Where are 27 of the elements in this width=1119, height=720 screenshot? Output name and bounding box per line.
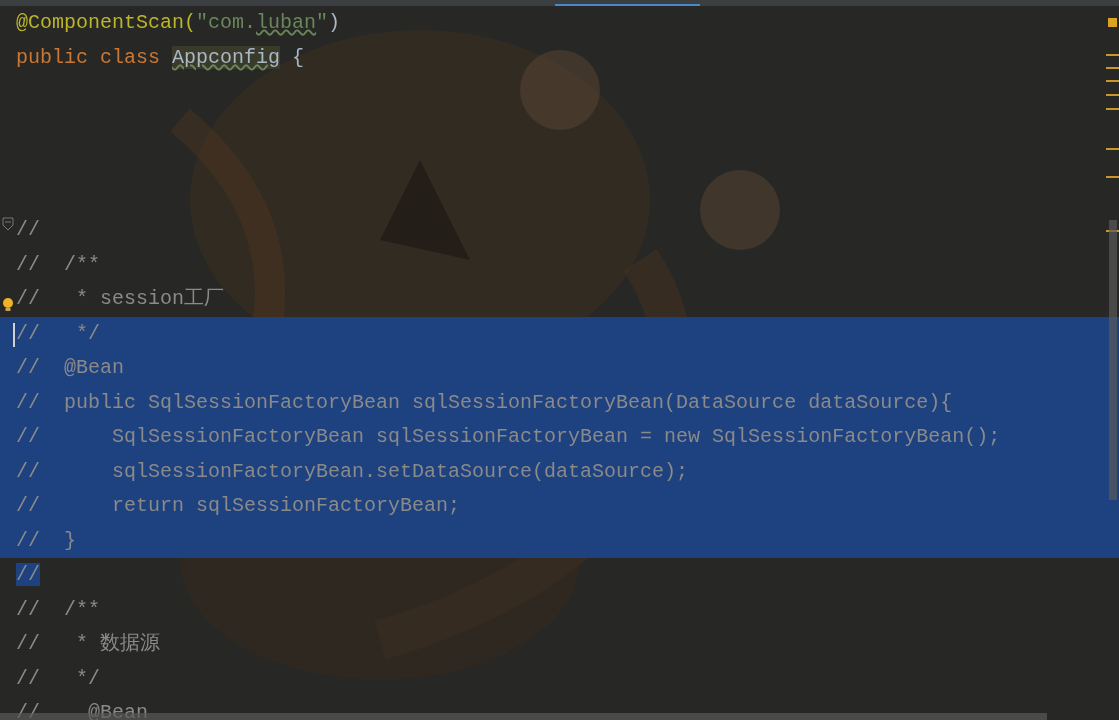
code-line: // @Bean bbox=[16, 356, 125, 381]
code-line: // */ bbox=[16, 321, 100, 346]
error-stripe-mark bbox=[1106, 54, 1119, 56]
code-line: // */ bbox=[16, 666, 100, 691]
code-line: // /** bbox=[16, 597, 100, 622]
error-stripe-mark bbox=[1106, 94, 1119, 96]
warning-marker-icon bbox=[1108, 18, 1117, 27]
vertical-scrollbar[interactable] bbox=[1109, 220, 1117, 500]
fold-icon[interactable] bbox=[2, 217, 14, 231]
code-line: // public SqlSessionFactoryBean sqlSessionFactoryBean(DataSource dataSource){ bbox=[16, 390, 953, 415]
code-line: // * session工厂 bbox=[16, 287, 225, 312]
lightbulb-icon[interactable] bbox=[2, 297, 14, 313]
code-line: // } bbox=[16, 528, 76, 553]
code-line: // bbox=[16, 218, 40, 243]
code-line: // return sqlSessionFactoryBean; bbox=[16, 494, 461, 519]
code-line: // sqlSessionFactoryBean.setDataSource(dataSource); bbox=[16, 459, 689, 484]
error-stripe-mark bbox=[1106, 176, 1119, 178]
text-caret bbox=[13, 322, 15, 347]
error-stripe-mark bbox=[1106, 148, 1119, 150]
code-line: @ComponentScan("com.luban") bbox=[16, 11, 341, 36]
code-line: public class Appconfig { bbox=[16, 45, 305, 70]
code-line: // * 数据源 bbox=[16, 632, 160, 657]
code-line: // /** bbox=[16, 252, 100, 277]
error-stripe-mark bbox=[1106, 67, 1119, 69]
code-line: // SqlSessionFactoryBean sqlSessionFactoryBean = new SqlSessionFactoryBean(); bbox=[16, 425, 1001, 450]
error-stripe-mark bbox=[1106, 80, 1119, 82]
error-stripe-mark bbox=[1106, 108, 1119, 110]
